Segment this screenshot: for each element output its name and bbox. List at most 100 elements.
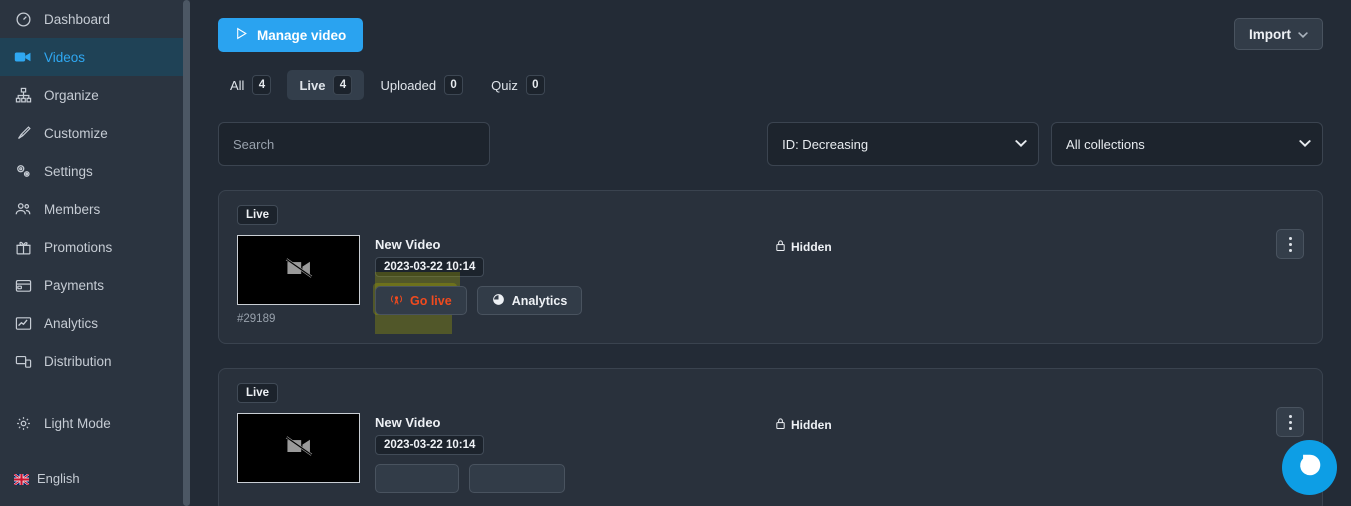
video-status-column: Hidden — [775, 235, 1304, 257]
collection-select-wrapper: All collections — [1051, 122, 1324, 166]
tab-live[interactable]: Live 4 — [287, 70, 365, 100]
visibility-label: Hidden — [791, 240, 832, 254]
go-live-button[interactable] — [375, 464, 459, 493]
sidebar: Dashboard Videos Organize Customize Sett… — [0, 0, 190, 506]
app-root: Dashboard Videos Organize Customize Sett… — [0, 0, 1351, 506]
tab-all[interactable]: All 4 — [218, 70, 283, 100]
chart-line-icon — [14, 314, 32, 332]
video-actions — [375, 464, 775, 493]
tab-label: All — [230, 77, 245, 93]
gears-icon — [14, 162, 32, 180]
filter-bar: ID: Decreasing All collections — [218, 122, 1324, 166]
language-selector[interactable]: English — [0, 462, 190, 494]
sidebar-item-label: Organize — [44, 87, 99, 103]
users-icon — [14, 200, 32, 218]
video-filter-tabs: All 4 Live 4 Uploaded 0 Quiz 0 — [218, 70, 1323, 100]
page-toolbar: Manage video Import — [218, 0, 1323, 52]
tab-quiz[interactable]: Quiz 0 — [479, 70, 557, 100]
go-live-button[interactable]: Go live — [375, 286, 467, 315]
sidebar-item-payments[interactable]: Payments — [0, 266, 190, 304]
play-icon — [235, 27, 248, 43]
pie-chart-icon — [492, 293, 505, 309]
video-status-column: Hidden — [775, 413, 1304, 435]
lock-icon — [775, 239, 786, 255]
sidebar-item-label: Customize — [44, 125, 108, 141]
main-content: Manage video Import All 4 Live 4 Uploade… — [190, 0, 1351, 506]
tab-count: 0 — [444, 75, 464, 95]
collection-select[interactable]: All collections — [1051, 122, 1324, 166]
video-card-body: New Video 2023-03-22 10:14 Hidden — [237, 413, 1304, 493]
sidebar-item-distribution[interactable]: Distribution — [0, 342, 190, 380]
sort-select[interactable]: ID: Decreasing — [767, 122, 1040, 166]
sidebar-item-analytics[interactable]: Analytics — [0, 304, 190, 342]
sidebar-item-organize[interactable]: Organize — [0, 76, 190, 114]
sidebar-item-members[interactable]: Members — [0, 190, 190, 228]
gift-icon — [14, 238, 32, 256]
video-info-column: New Video 2023-03-22 10:14 — [373, 235, 775, 334]
sidebar-item-label: Promotions — [44, 239, 113, 255]
gauge-icon — [14, 10, 32, 28]
sidebar-item-label: Settings — [44, 163, 93, 179]
tab-count: 4 — [333, 75, 353, 95]
visibility-label: Hidden — [791, 418, 832, 432]
video-card[interactable]: Live #29189 New Video 2023-03-22 10:14 G… — [218, 190, 1323, 344]
video-id: #29189 — [237, 313, 276, 325]
chat-widget-button[interactable] — [1282, 440, 1337, 495]
video-title: New Video — [375, 415, 441, 430]
sidebar-item-videos[interactable]: Videos — [0, 38, 190, 76]
tab-uploaded[interactable]: Uploaded 0 — [368, 70, 475, 100]
manage-video-label: Manage video — [257, 27, 347, 43]
search-input[interactable] — [218, 122, 491, 166]
sidebar-item-label: Distribution — [44, 353, 112, 369]
sidebar-item-customize[interactable]: Customize — [0, 114, 190, 152]
video-camera-icon — [14, 48, 32, 66]
analytics-label: Analytics — [511, 293, 568, 308]
video-thumbnail-column: #29189 — [237, 235, 375, 325]
sidebar-scrollbar[interactable] — [183, 0, 190, 506]
visibility-status: Hidden — [775, 417, 832, 433]
sidebar-item-promotions[interactable]: Promotions — [0, 228, 190, 266]
tab-count: 0 — [525, 75, 545, 95]
tab-label: Live — [299, 77, 326, 93]
sidebar-item-dashboard[interactable]: Dashboard — [0, 0, 190, 38]
sidebar-item-light-mode[interactable]: Light Mode — [0, 404, 190, 442]
video-card-body: #29189 New Video 2023-03-22 10:14 Go liv… — [237, 235, 1304, 334]
video-menu-button[interactable] — [1276, 229, 1304, 259]
sidebar-scrollbar-thumb[interactable] — [183, 0, 190, 506]
sitemap-icon — [14, 86, 32, 104]
video-slash-icon — [279, 431, 319, 466]
import-label: Import — [1249, 26, 1291, 42]
chevron-down-icon — [1298, 27, 1308, 42]
share-screen-icon — [14, 352, 32, 370]
sidebar-item-label: Analytics — [44, 315, 99, 331]
tab-count: 4 — [252, 75, 272, 95]
video-slash-icon — [279, 253, 319, 288]
go-live-label: Go live — [410, 293, 452, 308]
video-info-column: New Video 2023-03-22 10:14 — [375, 413, 775, 493]
visibility-status: Hidden — [775, 239, 832, 255]
sidebar-item-settings[interactable]: Settings — [0, 152, 190, 190]
broadcast-tower-icon — [390, 293, 403, 309]
video-thumbnail[interactable] — [237, 413, 360, 483]
video-card[interactable]: Live New Video 2023-03-22 10:14 Hidden — [218, 368, 1323, 506]
sidebar-item-label: Videos — [44, 49, 86, 65]
status-badge: Live — [237, 383, 279, 403]
kebab-menu-icon — [1288, 235, 1292, 253]
video-thumbnail[interactable] — [237, 235, 360, 305]
kebab-menu-icon — [1288, 413, 1292, 431]
tab-label: Quiz — [491, 77, 518, 93]
uk-flag-icon — [13, 472, 30, 486]
chat-bubble-icon — [1297, 452, 1323, 483]
video-menu-button[interactable] — [1276, 407, 1304, 437]
video-date: 2023-03-22 10:14 — [375, 257, 485, 277]
analytics-button[interactable]: Analytics — [476, 286, 583, 315]
video-actions: Go live Analytics — [373, 272, 775, 334]
manage-video-button[interactable]: Manage video — [218, 18, 364, 52]
status-badge: Live — [237, 205, 279, 225]
analytics-button[interactable] — [469, 464, 565, 493]
sort-select-wrapper: ID: Decreasing — [767, 122, 1040, 166]
brush-icon — [14, 124, 32, 142]
import-button[interactable]: Import — [1234, 18, 1323, 50]
sidebar-item-label: Light Mode — [44, 415, 111, 431]
